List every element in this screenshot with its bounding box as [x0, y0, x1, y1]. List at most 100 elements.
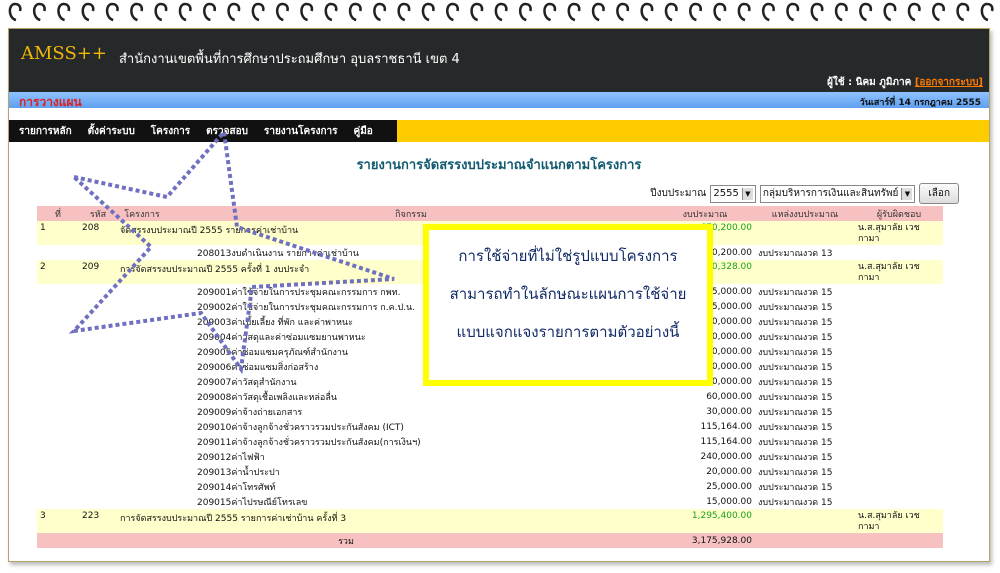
activity-budget: 115,164.00 — [700, 421, 752, 432]
column-header: ที่ — [37, 206, 79, 221]
blank-cell — [37, 494, 79, 509]
budget-source: งบประมาณงวด 15 — [758, 452, 833, 463]
budget-source: งบประมาณงวด 15 — [758, 407, 833, 418]
column-header: ผู้รับผิดชอบ — [855, 206, 943, 221]
blank-cell — [117, 404, 167, 419]
budget-source: งบประมาณงวด 15 — [758, 332, 833, 343]
blank-cell — [37, 434, 79, 449]
blank-cell — [855, 245, 943, 260]
blank-cell — [79, 284, 117, 299]
activity-name: 209011ค่าจ้างลูกจ้างชั่วคราวรวมประกันสัง… — [197, 437, 421, 448]
blank-cell — [855, 449, 943, 464]
blank-cell — [79, 479, 117, 494]
activity-name: 209015ค่าไปรษณีย์โทรเลข — [197, 497, 308, 508]
budget-source: งบประมาณงวด 15 — [758, 422, 833, 433]
blank-cell — [117, 434, 167, 449]
binder-ring — [689, 2, 702, 22]
current-date: วันเสาร์ที่ 14 กรกฎาคม 2555 — [859, 98, 981, 108]
select-button[interactable]: เลือก — [919, 183, 959, 204]
menu-item-check[interactable]: ตรวจสอบ — [206, 124, 248, 139]
project-code: 208 — [79, 221, 117, 245]
row-number: 1 — [37, 221, 79, 245]
binder-ring — [470, 2, 484, 22]
row-number: 2 — [37, 260, 79, 284]
blank-cell — [37, 419, 79, 434]
menu-item-reports[interactable]: รายงานโครงการ — [264, 124, 338, 139]
activity-name: 209014ค่าโทรศัพท์ — [197, 482, 276, 493]
blank-cell — [37, 314, 79, 329]
blank-cell — [79, 389, 117, 404]
column-header: กิจกรรม — [167, 206, 655, 221]
activity-name: 209013ค่าน้ำประปา — [197, 467, 280, 478]
menu-item-manual[interactable]: คู่มือ — [354, 124, 373, 139]
blank-cell — [37, 344, 79, 359]
project-budget: 1,295,400.00 — [655, 509, 755, 533]
column-header: แหล่งงบประมาณ — [755, 206, 855, 221]
column-header: งบประมาณ — [655, 206, 755, 221]
binder-ring — [907, 2, 921, 22]
binder-ring — [810, 2, 824, 22]
binder-ring — [154, 2, 168, 22]
menu-item-projects[interactable]: โครงการ — [151, 124, 190, 139]
binder-ring — [713, 2, 727, 22]
blank-cell — [855, 389, 943, 404]
logout-link[interactable]: [ออกจากระบบ] — [915, 77, 983, 88]
table-header: ที่ รหัส โครงการ กิจกรรม งบประมาณ แหล่งงบประม… — [37, 206, 943, 221]
note-line-3: แบบแจกแจงรายการตามตัวอย่างนี้ — [456, 323, 680, 341]
blank-cell — [37, 404, 79, 419]
binder-ring — [275, 2, 289, 22]
chevron-down-icon: ▼ — [901, 187, 913, 200]
budget-source: งบประมาณงวด 15 — [758, 347, 833, 358]
blank-cell — [79, 314, 117, 329]
blank-cell — [855, 284, 943, 299]
menu-item-main[interactable]: รายการหลัก — [19, 124, 72, 139]
table-row: 209015ค่าไปรษณีย์โทรเลข 15,000.00 งบประมาณ… — [37, 494, 943, 509]
section-title: การวางแผน — [19, 95, 82, 109]
blank-cell — [37, 449, 79, 464]
blank-cell — [855, 494, 943, 509]
note-line-2: สามารถทำในลักษณะแผนการใช้จ่าย — [449, 285, 687, 303]
activity-budget: 30,000.00 — [706, 406, 752, 417]
table-row: 209009ค่าจ้างถ่ายเอกสาร 30,000.00 งบประมาณ… — [37, 404, 943, 419]
budget-source — [755, 260, 855, 284]
binder-ring — [324, 2, 338, 22]
project-name: การจัดสรรงบประมาณปี 2555 รายการค่าเช่าบ้… — [117, 509, 655, 533]
year-select[interactable]: 2555 ▼ — [710, 184, 756, 203]
activity-name: 209010ค่าจ้างลูกจ้างชั่วคราวรวมประกันสัง… — [197, 422, 404, 433]
blank-cell — [117, 419, 167, 434]
blank-cell — [855, 479, 943, 494]
binder-ring — [203, 2, 216, 22]
budget-source: งบประมาณงวด 15 — [758, 317, 833, 328]
binder-ring — [227, 2, 241, 22]
binder-ring — [932, 2, 945, 22]
binder-ring — [616, 2, 630, 22]
blank-cell — [79, 449, 117, 464]
blank-cell — [117, 494, 167, 509]
blank-cell — [117, 314, 167, 329]
menu-item-settings[interactable]: ตั้งค่าระบบ — [88, 124, 135, 139]
activity-budget: 115,164.00 — [700, 436, 752, 447]
activity-budget: 60,000.00 — [706, 391, 752, 402]
menu-bar: รายการหลัก ตั้งค่าระบบ โครงการ ตรวจสอบ ร… — [9, 120, 989, 142]
table-row: 209011ค่าจ้างลูกจ้างชั่วคราวรวมประกันสัง… — [37, 434, 943, 449]
binder-ring — [518, 2, 532, 22]
activity-name: 209012ค่าไฟฟ้า — [197, 452, 265, 463]
binder-ring — [130, 2, 144, 22]
binder-ring — [737, 2, 751, 22]
blank-cell — [79, 464, 117, 479]
binder-ring — [397, 2, 411, 22]
blank-cell — [37, 464, 79, 479]
blank-cell — [117, 299, 167, 314]
group-select[interactable]: กลุ่มบริหารการเงินและสินทรัพย์ ▼ — [759, 184, 916, 203]
main-menu: รายการหลัก ตั้งค่าระบบ โครงการ ตรวจสอบ ร… — [9, 120, 397, 142]
blank-cell — [855, 374, 943, 389]
binder-ring — [494, 2, 508, 22]
budget-source: งบประมาณงวด 15 — [758, 362, 833, 373]
blank-cell — [117, 374, 167, 389]
budget-source: งบประมาณงวด 15 — [758, 377, 833, 388]
binder-ring — [421, 2, 435, 22]
binder-ring — [373, 2, 387, 22]
budget-source — [755, 221, 855, 245]
blank-cell — [79, 359, 117, 374]
binder-ring — [300, 2, 314, 22]
